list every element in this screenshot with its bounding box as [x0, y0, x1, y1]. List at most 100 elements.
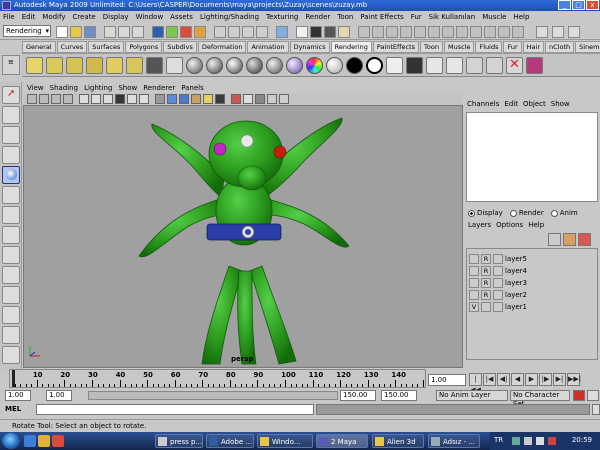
input-field-icon[interactable]	[456, 26, 468, 38]
taskbar-item[interactable]: Adobe ...	[206, 434, 254, 448]
shader-ball-icon[interactable]	[246, 57, 263, 74]
menu-create[interactable]: Create	[72, 13, 95, 21]
step-forward-key-icon[interactable]: |▶	[539, 373, 552, 386]
shelf-tab-painteffects[interactable]: PaintEffects	[372, 41, 420, 53]
panel-menu-renderer[interactable]: Renderer	[143, 83, 175, 93]
step-back-key-icon[interactable]: ◀|	[497, 373, 510, 386]
lasso-tool-icon[interactable]	[2, 106, 20, 124]
playback-start-field[interactable]: 1.00	[46, 390, 72, 401]
menu-fur[interactable]: Fur	[411, 13, 422, 21]
camera-select-icon[interactable]	[27, 94, 37, 104]
shader-ball-icon[interactable]	[306, 57, 323, 74]
shelf-tab-animation[interactable]: Animation	[247, 41, 289, 53]
shelf-tab-deformation[interactable]: Deformation	[197, 41, 247, 53]
anim-layer-selector[interactable]: No Anim Layer	[436, 390, 508, 401]
shelf-tab-rendering[interactable]: Rendering	[330, 41, 372, 53]
quicklaunch-icon[interactable]	[52, 435, 64, 447]
new-layer-from-selection-icon[interactable]	[563, 233, 576, 246]
volume-icon[interactable]	[536, 437, 544, 445]
shelf-tab-toon[interactable]: Toon	[420, 41, 443, 53]
manipulator-tool-icon[interactable]	[2, 206, 20, 224]
textured-icon[interactable]	[191, 94, 201, 104]
grid-icon[interactable]	[79, 94, 89, 104]
script-editor-icon[interactable]	[592, 404, 600, 415]
new-scene-icon[interactable]	[56, 26, 68, 38]
select-hierarchy-icon[interactable]	[104, 26, 116, 38]
render-settings-icon[interactable]	[338, 26, 350, 38]
anim-radio[interactable]: Anim	[550, 209, 578, 217]
input-field-icon[interactable]	[400, 26, 412, 38]
menu-window[interactable]: Window	[136, 13, 164, 21]
step-back-icon[interactable]: |◀	[483, 373, 496, 386]
lights-icon[interactable]	[203, 94, 213, 104]
channel-menu-channels[interactable]: Channels	[467, 100, 499, 108]
quicklaunch-icon[interactable]	[38, 435, 50, 447]
tray-icon[interactable]	[548, 437, 556, 445]
channel-menu-object[interactable]: Object	[523, 100, 546, 108]
shader-ball-icon[interactable]	[186, 57, 203, 74]
menu-modify[interactable]: Modify	[42, 13, 65, 21]
input-field-icon[interactable]	[498, 26, 510, 38]
camera-icon[interactable]	[146, 57, 163, 74]
ipr-render-icon[interactable]	[324, 26, 336, 38]
snap-curve-icon[interactable]	[228, 26, 240, 38]
layer-row[interactable]: R layer5	[469, 253, 596, 264]
panel-menu-shading[interactable]: Shading	[50, 83, 78, 93]
shader-ball-icon[interactable]	[326, 57, 343, 74]
perspective-viewport[interactable]: persp	[23, 105, 463, 368]
layer-row[interactable]: V layer1	[469, 301, 596, 312]
taskbar-item[interactable]: Windo...	[257, 434, 313, 448]
menu-toon[interactable]: Toon	[337, 13, 353, 21]
smooth-shade-icon[interactable]	[167, 94, 177, 104]
bookmark-icon[interactable]	[51, 94, 61, 104]
rotate-tool-icon[interactable]	[2, 166, 20, 184]
animation-preferences-icon[interactable]	[587, 390, 599, 401]
light-link-icon[interactable]	[466, 57, 483, 74]
panel-menu-panels[interactable]: Panels	[181, 83, 204, 93]
taskbar-item[interactable]: press p...	[155, 434, 203, 448]
light-icon[interactable]	[66, 57, 83, 74]
quicklaunch-icon[interactable]	[24, 435, 36, 447]
current-frame-field[interactable]: 1.00	[428, 374, 466, 386]
playback-end-field[interactable]: 150.00	[340, 390, 376, 401]
go-to-end-icon[interactable]: ▶▶|	[567, 373, 581, 386]
layer-menu-help[interactable]: Help	[528, 221, 544, 229]
gate-mask-icon[interactable]	[115, 94, 125, 104]
shelf-tab-fur[interactable]: Fur	[503, 41, 522, 53]
layer-row[interactable]: R layer2	[469, 289, 596, 300]
snap-grid-icon[interactable]	[214, 26, 226, 38]
start-button[interactable]	[2, 433, 20, 449]
layout-single-icon[interactable]	[2, 266, 20, 284]
shader-ball-icon[interactable]	[266, 57, 283, 74]
menu-muscle[interactable]: Muscle	[482, 13, 506, 21]
render-icon[interactable]	[426, 57, 443, 74]
input-field-icon[interactable]	[386, 26, 398, 38]
mask-icon[interactable]	[180, 26, 192, 38]
scale-tool-icon[interactable]	[2, 186, 20, 204]
end-time-field[interactable]: 150.00	[381, 390, 417, 401]
xray-icon[interactable]	[231, 94, 241, 104]
channel-box-area[interactable]	[466, 112, 598, 202]
input-field-icon[interactable]	[358, 26, 370, 38]
paint-select-tool-icon[interactable]	[2, 126, 20, 144]
play-backwards-icon[interactable]: ◀	[511, 373, 524, 386]
new-layer-icon[interactable]	[548, 233, 561, 246]
shelf-tab-hair[interactable]: Hair	[522, 41, 545, 53]
field-chart-icon[interactable]	[127, 94, 137, 104]
time-slider[interactable]: 10 20 30 40 50 60 70 80 90 100 110 120 130 140	[9, 369, 426, 388]
menu-texturing[interactable]: Texturing	[266, 13, 298, 21]
network-icon[interactable]	[524, 437, 532, 445]
shelf-tab-dynamics[interactable]: Dynamics	[289, 41, 330, 53]
snap-surface-icon[interactable]	[256, 26, 268, 38]
layer-menu-options[interactable]: Options	[496, 221, 523, 229]
range-slider[interactable]	[88, 391, 338, 400]
menu-set-selector[interactable]: Rendering ▾	[3, 25, 51, 37]
maximize-button[interactable]: □	[572, 0, 585, 10]
light-icon[interactable]	[126, 57, 143, 74]
render-icon[interactable]	[386, 57, 403, 74]
light-link-icon[interactable]	[486, 57, 503, 74]
menu-file[interactable]: File	[3, 13, 15, 21]
current-time-marker[interactable]	[12, 370, 15, 387]
show-tool-settings-icon[interactable]	[552, 26, 564, 38]
shader-ball-icon[interactable]	[346, 57, 363, 74]
